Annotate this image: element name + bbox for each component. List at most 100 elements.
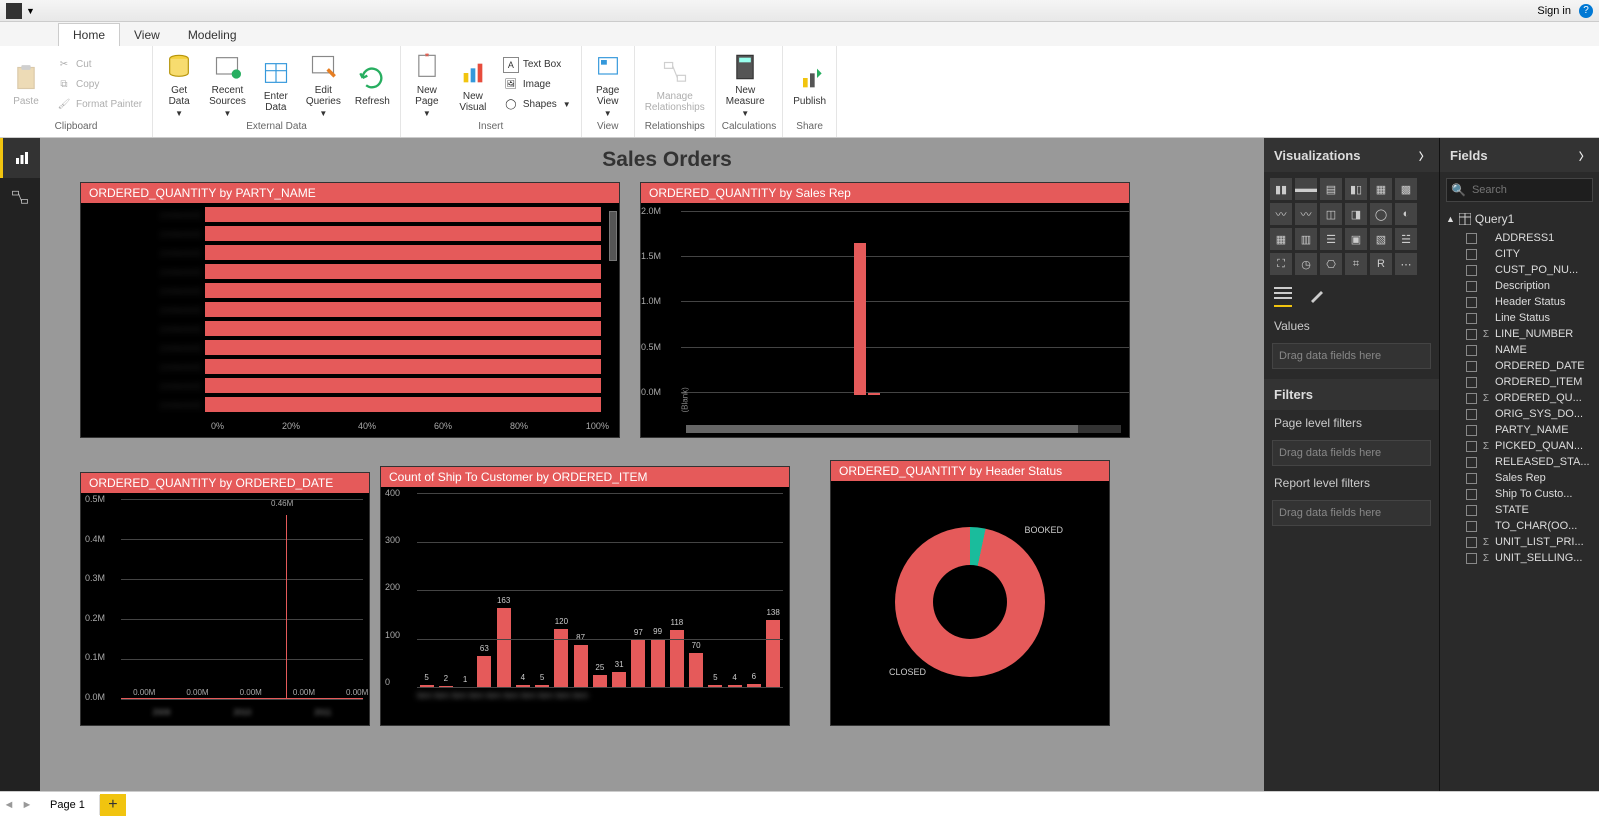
viz-type-3[interactable]: ▮▯ [1345,178,1367,200]
tab-modeling[interactable]: Modeling [174,24,251,46]
field-Header Status[interactable]: Header Status [1446,294,1593,310]
image-button[interactable]: 🖼Image [499,76,575,94]
viz-type-1[interactable]: ▬▬ [1295,178,1317,200]
field-checkbox[interactable] [1466,233,1477,244]
field-ORDERED_DATE[interactable]: ORDERED_DATE [1446,358,1593,374]
cut-button[interactable]: ✂Cut [52,56,146,74]
viz-type-2[interactable]: ▤ [1320,178,1342,200]
fields-search[interactable]: 🔍 [1446,178,1593,202]
field-checkbox[interactable] [1466,473,1477,484]
enter-data-button[interactable]: Enter Data [256,50,296,120]
fields-tab-icon[interactable] [1274,287,1292,307]
viz-type-21[interactable]: ⌗ [1345,253,1367,275]
tab-view[interactable]: View [120,24,174,46]
field-checkbox[interactable] [1466,553,1477,564]
field-Sales Rep[interactable]: Sales Rep [1446,470,1593,486]
field-checkbox[interactable] [1466,329,1477,340]
field-ORDERED_ITEM[interactable]: ORDERED_ITEM [1446,374,1593,390]
field-UNIT_SELLING...[interactable]: ΣUNIT_SELLING... [1446,550,1593,566]
page-view-button[interactable]: Page View▼ [588,50,628,120]
field-RELEASED_STA...[interactable]: RELEASED_STA... [1446,454,1593,470]
qat-dropdown[interactable]: ▼ [26,6,35,16]
new-page-button[interactable]: *New Page▼ [407,50,447,120]
format-tab-icon[interactable] [1308,287,1324,307]
copy-button[interactable]: ⧉Copy [52,76,146,94]
viz-type-7[interactable]: 〰 [1295,203,1317,225]
publish-button[interactable]: Publish [789,50,830,120]
viz-type-11[interactable]: ◐ [1395,203,1417,225]
viz-type-16[interactable]: ▧ [1370,228,1392,250]
field-ORIG_SYS_DO...[interactable]: ORIG_SYS_DO... [1446,406,1593,422]
field-checkbox[interactable] [1466,249,1477,260]
field-checkbox[interactable] [1466,537,1477,548]
viz-ordered-qty-by-date[interactable]: ORDERED_QUANTITY by ORDERED_DATE 0.0M0.1… [80,472,370,726]
field-NAME[interactable]: NAME [1446,342,1593,358]
field-checkbox[interactable] [1466,281,1477,292]
viz-type-19[interactable]: ◷ [1295,253,1317,275]
viz-count-shipto-by-item[interactable]: Count of Ship To Customer by ORDERED_ITE… [380,466,790,726]
field-checkbox[interactable] [1466,489,1477,500]
table-header[interactable]: ▲ Query1 [1446,208,1593,230]
viz-type-0[interactable]: ▮▮ [1270,178,1292,200]
field-checkbox[interactable] [1466,297,1477,308]
viz-type-22[interactable]: R [1370,253,1392,275]
refresh-button[interactable]: Refresh [351,50,394,120]
field-checkbox[interactable] [1466,393,1477,404]
chart2-scrollbar[interactable] [686,425,1121,433]
field-TO_CHAR(OO...[interactable]: TO_CHAR(OO... [1446,518,1593,534]
field-Line Status[interactable]: Line Status [1446,310,1593,326]
viz-type-6[interactable]: 〰 [1270,203,1292,225]
fields-header[interactable]: Fields 〉 [1440,138,1599,172]
field-checkbox[interactable] [1466,409,1477,420]
recent-sources-button[interactable]: Recent Sources▼ [205,50,250,120]
edit-queries-button[interactable]: Edit Queries▼ [302,50,345,120]
page-add-button[interactable]: + [100,794,126,816]
viz-type-18[interactable]: ⛶ [1270,253,1292,275]
field-checkbox[interactable] [1466,457,1477,468]
chart1-scrollbar[interactable] [609,211,617,261]
viz-type-13[interactable]: ▥ [1295,228,1317,250]
viz-type-8[interactable]: ◫ [1320,203,1342,225]
viz-type-14[interactable]: ☰ [1320,228,1342,250]
field-checkbox[interactable] [1466,505,1477,516]
report-filters-dropzone[interactable]: Drag data fields here [1272,500,1431,526]
field-Description[interactable]: Description [1446,278,1593,294]
field-checkbox[interactable] [1466,377,1477,388]
field-LINE_NUMBER[interactable]: ΣLINE_NUMBER [1446,326,1593,342]
viz-type-15[interactable]: ▣ [1345,228,1367,250]
new-visual-button[interactable]: New Visual [453,50,493,120]
viz-type-17[interactable]: ☱ [1395,228,1417,250]
tab-home[interactable]: Home [58,23,120,46]
viz-type-10[interactable]: ◯ [1370,203,1392,225]
viz-ordered-qty-by-salesrep[interactable]: ORDERED_QUANTITY by Sales Rep 0.0M0.5M1.… [640,182,1130,438]
field-CITY[interactable]: CITY [1446,246,1593,262]
fields-search-input[interactable] [1472,184,1599,196]
page-filters-dropzone[interactable]: Drag data fields here [1272,440,1431,466]
field-UNIT_LIST_PRI...[interactable]: ΣUNIT_LIST_PRI... [1446,534,1593,550]
page-prev[interactable]: ◄ [0,799,18,811]
get-data-button[interactable]: Get Data▼ [159,50,199,120]
field-PICKED_QUAN...[interactable]: ΣPICKED_QUAN... [1446,438,1593,454]
viz-ordered-qty-by-party[interactable]: ORDERED_QUANTITY by PARTY_NAME (redacted… [80,182,620,438]
viz-type-4[interactable]: ▦ [1370,178,1392,200]
relationship-view-button[interactable] [0,178,40,218]
viz-type-20[interactable]: ⎔ [1320,253,1342,275]
report-canvas[interactable]: Sales Orders ORDERED_QUANTITY by PARTY_N… [40,138,1264,817]
field-Ship To Custo...[interactable]: Ship To Custo... [1446,486,1593,502]
field-checkbox[interactable] [1466,345,1477,356]
format-painter-button[interactable]: 🖌Format Painter [52,96,146,114]
viz-type-9[interactable]: ◨ [1345,203,1367,225]
field-ORDERED_QU...[interactable]: ΣORDERED_QU... [1446,390,1593,406]
shapes-button[interactable]: ◯Shapes▼ [499,96,575,114]
text-box-button[interactable]: AText Box [499,56,575,74]
field-ADDRESS1[interactable]: ADDRESS1 [1446,230,1593,246]
new-measure-button[interactable]: New Measure▼ [722,50,769,120]
paste-button[interactable]: Paste [6,50,46,120]
field-checkbox[interactable] [1466,441,1477,452]
values-dropzone[interactable]: Drag data fields here [1272,343,1431,369]
field-checkbox[interactable] [1466,265,1477,276]
field-CUST_PO_NU...[interactable]: CUST_PO_NU... [1446,262,1593,278]
visualizations-header[interactable]: Visualizations 〉 [1264,138,1439,172]
field-checkbox[interactable] [1466,361,1477,372]
viz-type-12[interactable]: ▦ [1270,228,1292,250]
